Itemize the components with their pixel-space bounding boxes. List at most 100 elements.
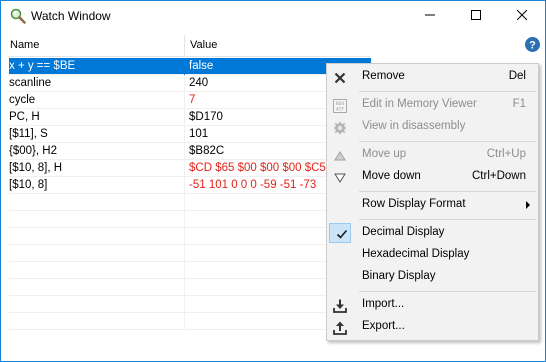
grid-rows: x + y == $BE false scanline 240 cycle 7 PC, H $… [9, 58, 371, 330]
window-title: Watch Window [31, 9, 111, 23]
menu-item-edit-memory-viewer[interactable]: 8D4 4CF Edit in Memory Viewer F1 [327, 94, 538, 116]
maximize-button[interactable] [453, 1, 499, 31]
table-row[interactable] [9, 262, 371, 279]
column-divider [184, 143, 185, 160]
menu-label: Hexadecimal Display [362, 248, 470, 260]
close-icon [516, 9, 528, 23]
column-divider [184, 58, 185, 75]
column-divider [184, 92, 185, 109]
menu-separator [359, 191, 536, 192]
menu-label: Move up [362, 148, 407, 160]
svg-text:8D4: 8D4 [335, 101, 343, 107]
menu-item-view-disassembly[interactable]: View in disassembly [327, 116, 538, 138]
memory-icon: 8D4 4CF [331, 97, 348, 114]
watch-expression[interactable]: [$10, 8] [9, 179, 47, 191]
watch-window: Watch Window ? Name Value x + y == $BE f… [0, 0, 546, 362]
cpu-icon [331, 119, 348, 136]
menu-item-hexadecimal-display[interactable]: Hexadecimal Display [327, 244, 538, 266]
watch-expression[interactable]: {$00}, H2 [9, 145, 57, 157]
column-divider [184, 228, 185, 245]
minimize-icon [425, 9, 435, 23]
column-divider[interactable] [184, 35, 185, 57]
watch-expression[interactable]: scanline [9, 77, 51, 89]
import-icon [331, 297, 348, 314]
menu-label: Binary Display [362, 270, 436, 282]
help-icon[interactable]: ? [524, 36, 541, 53]
column-header-value[interactable]: Value [190, 39, 217, 51]
maximize-icon [471, 9, 481, 23]
table-row[interactable]: [$10, 8] -51 101 0 0 0 -59 -51 -73 [9, 177, 371, 194]
menu-label: View in disassembly [362, 120, 466, 132]
column-divider [184, 211, 185, 228]
checkmark-icon [333, 225, 350, 242]
table-row[interactable]: [$10, 8], H $CD $65 $00 $00 $00 $C5 $ [9, 160, 371, 177]
menu-label: Row Display Format [362, 198, 466, 210]
column-divider [184, 313, 185, 330]
minimize-button[interactable] [407, 1, 453, 31]
menu-separator [359, 141, 536, 142]
submenu-arrow-icon [526, 201, 530, 209]
menu-label: Decimal Display [362, 226, 445, 238]
menu-separator [359, 219, 536, 220]
table-row[interactable]: scanline 240 [9, 75, 371, 92]
watch-expression[interactable]: [$11], S [9, 128, 48, 140]
menu-shortcut: Ctrl+Down [471, 170, 526, 182]
column-divider [184, 194, 185, 211]
menu-item-binary-display[interactable]: Binary Display [327, 266, 538, 288]
watch-expression[interactable]: [$10, 8], H [9, 162, 62, 174]
table-row[interactable]: x + y == $BE false [9, 58, 371, 75]
watch-expression[interactable]: PC, H [9, 111, 40, 123]
menu-item-decimal-display[interactable]: Decimal Display [327, 222, 538, 244]
table-row[interactable] [9, 194, 371, 211]
table-row[interactable] [9, 296, 371, 313]
column-divider [184, 262, 185, 279]
column-divider [184, 279, 185, 296]
column-header-name[interactable]: Name [10, 39, 39, 51]
table-row[interactable]: [$11], S 101 [9, 126, 371, 143]
table-row[interactable]: cycle 7 [9, 92, 371, 109]
watch-expression[interactable]: cycle [9, 94, 35, 106]
column-divider [184, 109, 185, 126]
table-row[interactable]: PC, H $D170 [9, 109, 371, 126]
column-divider [184, 296, 185, 313]
triangle-up-icon [331, 147, 348, 164]
menu-label: Import... [362, 298, 405, 310]
menu-label: Edit in Memory Viewer [362, 98, 477, 110]
column-divider [184, 75, 185, 92]
menu-item-export[interactable]: Export... [327, 316, 538, 338]
watch-expression[interactable]: x + y == $BE [9, 60, 75, 72]
table-row[interactable] [9, 313, 371, 330]
column-divider [184, 126, 185, 143]
menu-shortcut: Ctrl+Up [486, 148, 526, 160]
menu-item-row-display-format[interactable]: Row Display Format [327, 194, 538, 216]
menu-separator [359, 91, 536, 92]
menu-item-move-down[interactable]: Move down Ctrl+Down [327, 166, 538, 188]
menu-item-move-up[interactable]: Move up Ctrl+Up [327, 144, 538, 166]
svg-text:4CF: 4CF [335, 106, 343, 112]
menu-shortcut: Del [508, 70, 526, 82]
table-row[interactable] [9, 279, 371, 296]
svg-text:?: ? [529, 40, 536, 52]
column-divider [184, 245, 185, 262]
menu-label: Export... [362, 320, 405, 332]
menu-label: Remove [362, 70, 405, 82]
context-menu: Remove Del 8D4 4CF Edit in Memory Viewer… [326, 63, 539, 341]
menu-item-import[interactable]: Import... [327, 294, 538, 316]
title-bar[interactable]: Watch Window [1, 1, 545, 31]
magnifier-icon [10, 8, 26, 24]
menu-separator [359, 291, 536, 292]
menu-item-remove[interactable]: Remove Del [327, 66, 538, 88]
close-button[interactable] [499, 1, 545, 31]
table-row[interactable] [9, 228, 371, 245]
triangle-down-icon [331, 169, 348, 186]
menu-shortcut: F1 [512, 98, 526, 110]
column-divider [184, 160, 185, 177]
table-row[interactable] [9, 245, 371, 262]
table-row[interactable]: {$00}, H2 $B82C [9, 143, 371, 160]
table-row[interactable] [9, 211, 371, 228]
menu-label: Move down [362, 170, 421, 182]
x-icon [331, 69, 348, 86]
export-icon [331, 319, 348, 336]
watch-grid[interactable]: Name Value x + y == $BE false scanline 240 c… [9, 35, 371, 355]
column-divider [184, 177, 185, 194]
